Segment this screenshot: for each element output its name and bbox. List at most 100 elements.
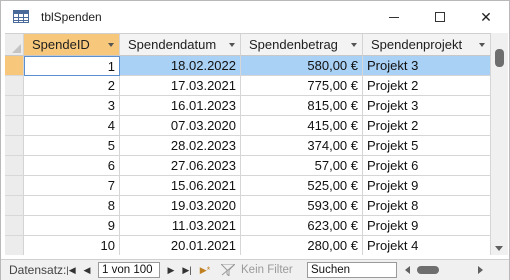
record-selector[interactable] — [5, 116, 24, 136]
datasheet-grid: SpendeID Spendendatum Spendenbetrag Spen… — [5, 33, 491, 255]
cell-spendeid[interactable]: 2 — [24, 76, 120, 96]
scroll-down-icon[interactable] — [495, 246, 503, 251]
record-selector[interactable] — [5, 176, 24, 196]
column-header-spendenbetrag[interactable]: Spendenbetrag — [241, 34, 363, 56]
horizontal-scrollbar[interactable] — [401, 263, 487, 277]
scroll-thumb[interactable] — [495, 49, 504, 67]
cell-spendenprojekt[interactable]: Projekt 2 — [363, 116, 491, 136]
horizontal-scroll-thumb[interactable] — [417, 266, 439, 274]
cell-spendenprojekt[interactable]: Projekt 3 — [363, 96, 491, 116]
next-record-button[interactable]: ▶ — [165, 263, 177, 277]
first-record-button[interactable]: |◀ — [65, 263, 77, 277]
record-selector[interactable] — [5, 96, 24, 116]
cell-spendenprojekt[interactable]: Projekt 9 — [363, 216, 491, 236]
filter-label: Kein Filter — [241, 264, 293, 276]
last-record-button[interactable]: ▶| — [181, 263, 193, 277]
cell-spendenprojekt[interactable]: Projekt 3 — [363, 56, 491, 76]
cell-spendenbetrag[interactable]: 57,00 € — [241, 156, 363, 176]
previous-record-button[interactable]: ◀ — [81, 263, 93, 277]
cell-spendenprojekt[interactable]: Projekt 6 — [363, 156, 491, 176]
cell-spendeid[interactable]: 6 — [24, 156, 120, 176]
close-icon: ✕ — [480, 8, 492, 25]
dropdown-arrow-icon[interactable] — [351, 43, 357, 47]
record-selector[interactable] — [5, 156, 24, 176]
table-row[interactable]: 7 15.06.2021 525,00 € Projekt 9 — [5, 176, 491, 196]
search-input[interactable]: Suchen — [307, 262, 397, 278]
title-bar[interactable]: tblSpenden ✕ — [1, 1, 509, 33]
header-row: SpendeID Spendendatum Spendenbetrag Spen… — [5, 34, 491, 56]
dropdown-arrow-icon[interactable] — [479, 43, 485, 47]
table-row[interactable]: 3 16.01.2023 815,00 € Projekt 3 — [5, 96, 491, 116]
minimize-icon — [389, 16, 399, 18]
table-row[interactable]: 8 19.03.2020 593,00 € Projekt 8 — [5, 196, 491, 216]
new-record-button[interactable]: ▶* — [197, 263, 213, 277]
record-selector[interactable] — [5, 76, 24, 96]
column-header-label: Spendendatum — [128, 37, 217, 52]
column-header-label: Spendenbetrag — [249, 37, 338, 52]
cell-spendeid[interactable]: 4 — [24, 116, 120, 136]
cell-spendeid[interactable]: 5 — [24, 136, 120, 156]
cell-spendeid[interactable]: 10 — [24, 236, 120, 255]
minimize-button[interactable] — [371, 1, 417, 33]
cell-spendendatum[interactable]: 07.03.2020 — [120, 116, 241, 136]
cell-spendenprojekt[interactable]: Projekt 4 — [363, 236, 491, 255]
record-selector[interactable] — [5, 216, 24, 236]
cell-spendendatum[interactable]: 19.03.2020 — [120, 196, 241, 216]
cell-spendendatum[interactable]: 20.01.2021 — [120, 236, 241, 255]
record-selector[interactable] — [5, 136, 24, 156]
dropdown-arrow-icon[interactable] — [108, 43, 114, 47]
record-navigation-bar: Datensatz: |◀ ◀ 1 von 100 ▶ ▶| ▶* Kein F… — [1, 259, 509, 280]
table-window: tblSpenden ✕ SpendeID Spendendatum Spend… — [0, 0, 510, 280]
cell-spendendatum[interactable]: 11.03.2021 — [120, 216, 241, 236]
cell-spendenbetrag[interactable]: 815,00 € — [241, 96, 363, 116]
table-row[interactable]: 1 18.02.2022 580,00 € Projekt 3 — [5, 56, 491, 76]
cell-spendenbetrag[interactable]: 623,00 € — [241, 216, 363, 236]
cell-spendenbetrag[interactable]: 280,00 € — [241, 236, 363, 255]
table-row[interactable]: 5 28.02.2023 374,00 € Projekt 5 — [5, 136, 491, 156]
maximize-icon — [435, 12, 445, 22]
table-icon — [13, 10, 29, 23]
record-selector[interactable] — [5, 56, 24, 76]
cell-spendeid[interactable]: 7 — [24, 176, 120, 196]
table-row[interactable]: 9 11.03.2021 623,00 € Projekt 9 — [5, 216, 491, 236]
filter-toggle[interactable]: Kein Filter — [221, 262, 301, 278]
cell-spendenprojekt[interactable]: Projekt 9 — [363, 176, 491, 196]
cell-spendenbetrag[interactable]: 374,00 € — [241, 136, 363, 156]
select-all-corner[interactable] — [5, 34, 24, 56]
dropdown-arrow-icon[interactable] — [229, 43, 235, 47]
cell-spendendatum[interactable]: 15.06.2021 — [120, 176, 241, 196]
cell-spendendatum[interactable]: 28.02.2023 — [120, 136, 241, 156]
cell-spendenbetrag[interactable]: 415,00 € — [241, 116, 363, 136]
close-button[interactable]: ✕ — [463, 1, 509, 33]
cell-spendeid[interactable]: 1 — [24, 56, 120, 76]
maximize-button[interactable] — [417, 1, 463, 33]
column-header-spendendatum[interactable]: Spendendatum — [120, 34, 241, 56]
cell-spendenprojekt[interactable]: Projekt 2 — [363, 76, 491, 96]
cell-spendenbetrag[interactable]: 580,00 € — [241, 56, 363, 76]
table-row[interactable]: 10 20.01.2021 280,00 € Projekt 4 — [5, 236, 491, 255]
cell-spendenprojekt[interactable]: Projekt 8 — [363, 196, 491, 216]
cell-spendenbetrag[interactable]: 593,00 € — [241, 196, 363, 216]
column-header-spendeid[interactable]: SpendeID — [24, 34, 120, 56]
cell-spendeid[interactable]: 3 — [24, 96, 120, 116]
table-row[interactable]: 6 27.06.2023 57,00 € Projekt 6 — [5, 156, 491, 176]
column-header-spendenprojekt[interactable]: Spendenprojekt — [363, 34, 491, 56]
record-selector[interactable] — [5, 196, 24, 216]
scroll-right-icon[interactable] — [478, 266, 483, 274]
scroll-left-icon[interactable] — [405, 266, 410, 274]
cell-spendenprojekt[interactable]: Projekt 5 — [363, 136, 491, 156]
vertical-scrollbar[interactable] — [491, 33, 508, 255]
cell-spendendatum[interactable]: 16.01.2023 — [120, 96, 241, 116]
table-row[interactable]: 4 07.03.2020 415,00 € Projekt 2 — [5, 116, 491, 136]
cell-spendeid[interactable]: 8 — [24, 196, 120, 216]
cell-spendenbetrag[interactable]: 775,00 € — [241, 76, 363, 96]
current-record-field[interactable]: 1 von 100 — [98, 262, 160, 278]
record-selector[interactable] — [5, 236, 24, 255]
cell-spendendatum[interactable]: 27.06.2023 — [120, 156, 241, 176]
cell-spendenbetrag[interactable]: 525,00 € — [241, 176, 363, 196]
record-label: Datensatz: — [9, 263, 67, 277]
cell-spendeid[interactable]: 9 — [24, 216, 120, 236]
table-row[interactable]: 2 17.03.2021 775,00 € Projekt 2 — [5, 76, 491, 96]
cell-spendendatum[interactable]: 18.02.2022 — [120, 56, 241, 76]
cell-spendendatum[interactable]: 17.03.2021 — [120, 76, 241, 96]
